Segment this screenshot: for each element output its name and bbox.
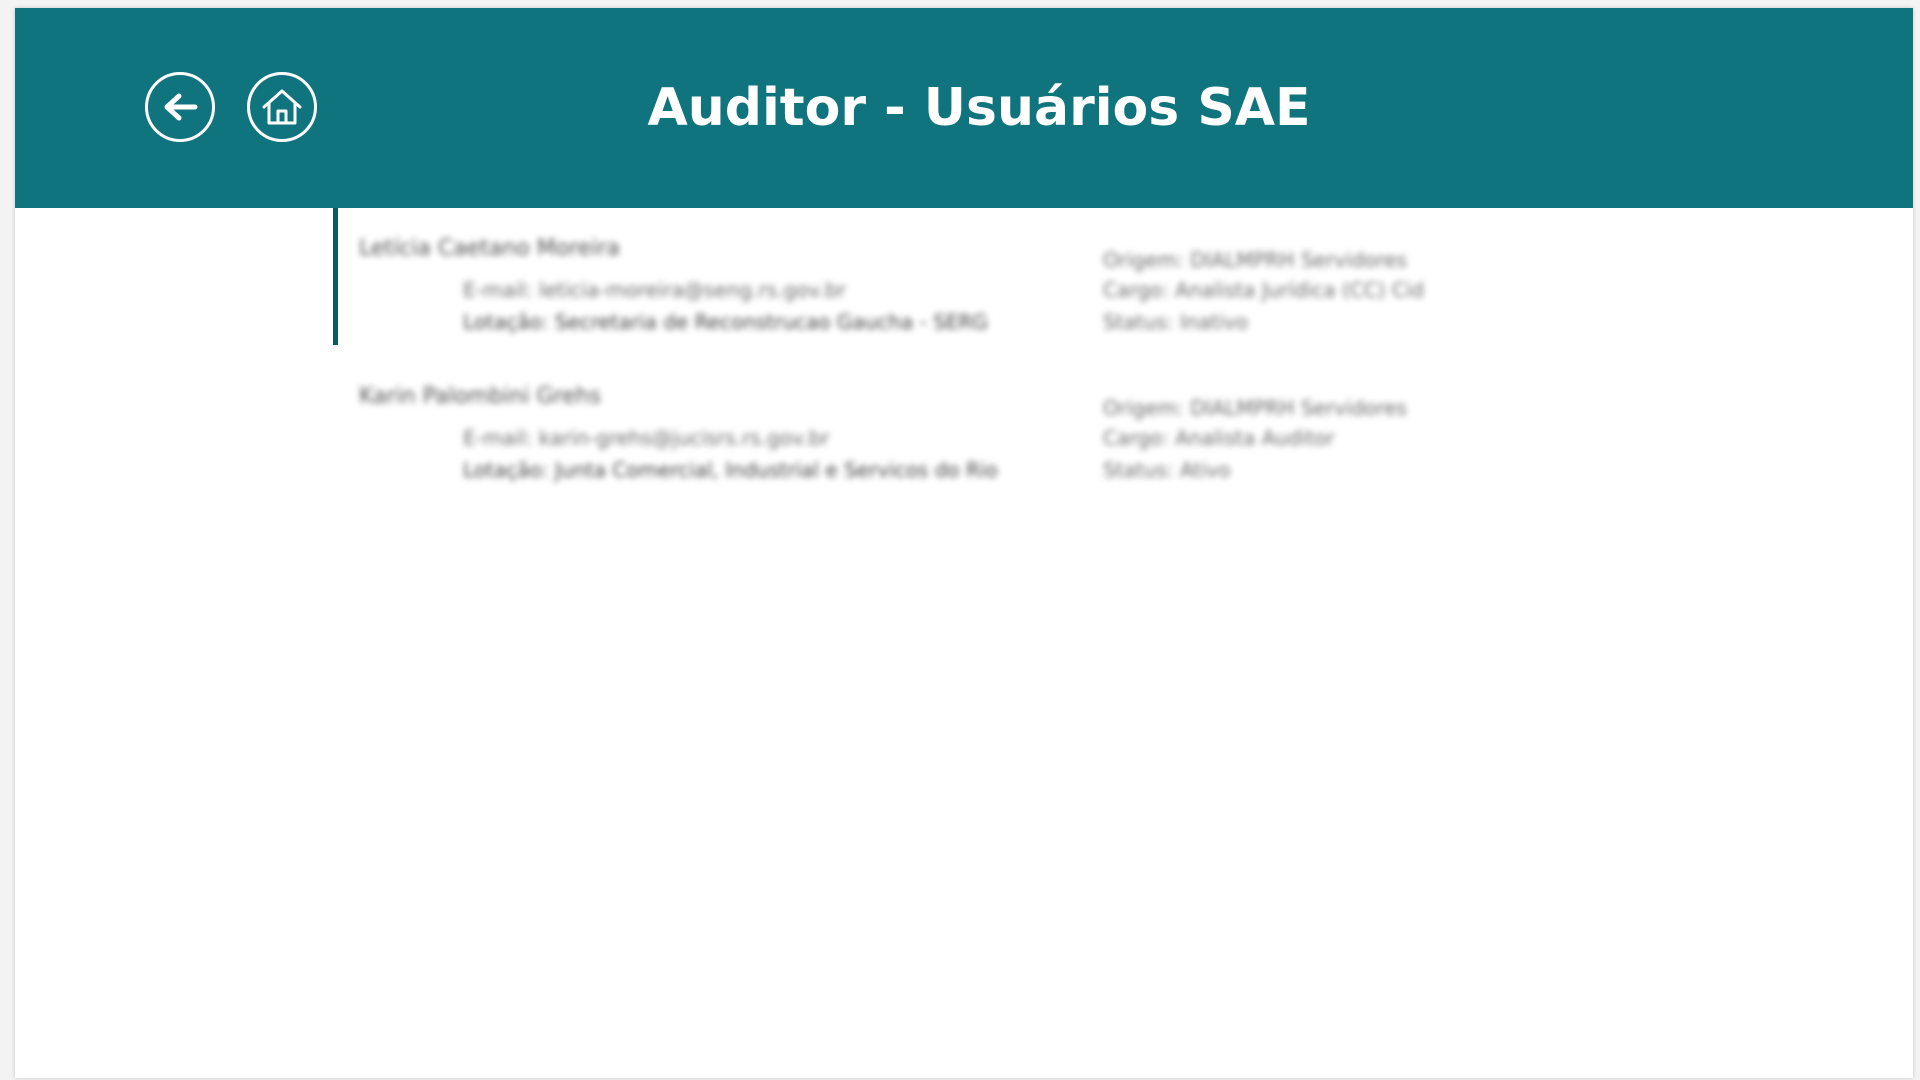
- user-status: Status: Ativo: [1103, 458, 1231, 482]
- user-name: Letícia Caetano Moreira: [359, 236, 620, 261]
- user-origem: Origem: DIALMPRH Servidores: [1103, 396, 1407, 420]
- user-list: Letícia Caetano Moreira E-mail: leticia-…: [333, 208, 1633, 504]
- page-title: Auditor - Usuários SAE: [647, 78, 1311, 138]
- user-cargo: Cargo: Analista Auditor: [1103, 426, 1335, 450]
- user-name: Karin Palombini Grehs: [359, 384, 602, 409]
- user-cargo: Cargo: Analista Jurídica (CC) Cid: [1103, 278, 1425, 302]
- header-bar: Auditor - Usuários SAE: [15, 8, 1913, 208]
- user-origem: Origem: DIALMPRH Servidores: [1103, 248, 1407, 272]
- user-list-item[interactable]: Letícia Caetano Moreira E-mail: leticia-…: [333, 208, 1633, 356]
- user-email: E-mail: leticia-moreira@seng.rs.gov.br: [463, 278, 846, 302]
- user-status: Status: Inativo: [1103, 310, 1249, 334]
- app-window: Auditor - Usuários SAE Letícia Caetano M…: [15, 8, 1913, 1078]
- user-lotacao: Lotação: Junta Comercial, Industrial e S…: [463, 458, 998, 482]
- selected-indicator: [333, 208, 338, 345]
- user-list-item[interactable]: Karin Palombini Grehs E-mail: karin-greh…: [333, 356, 1633, 504]
- user-email: E-mail: karin-grehs@jucisrs.rs.gov.br: [463, 426, 830, 450]
- user-lotacao: Lotação: Secretaria de Reconstrucao Gauc…: [463, 310, 988, 334]
